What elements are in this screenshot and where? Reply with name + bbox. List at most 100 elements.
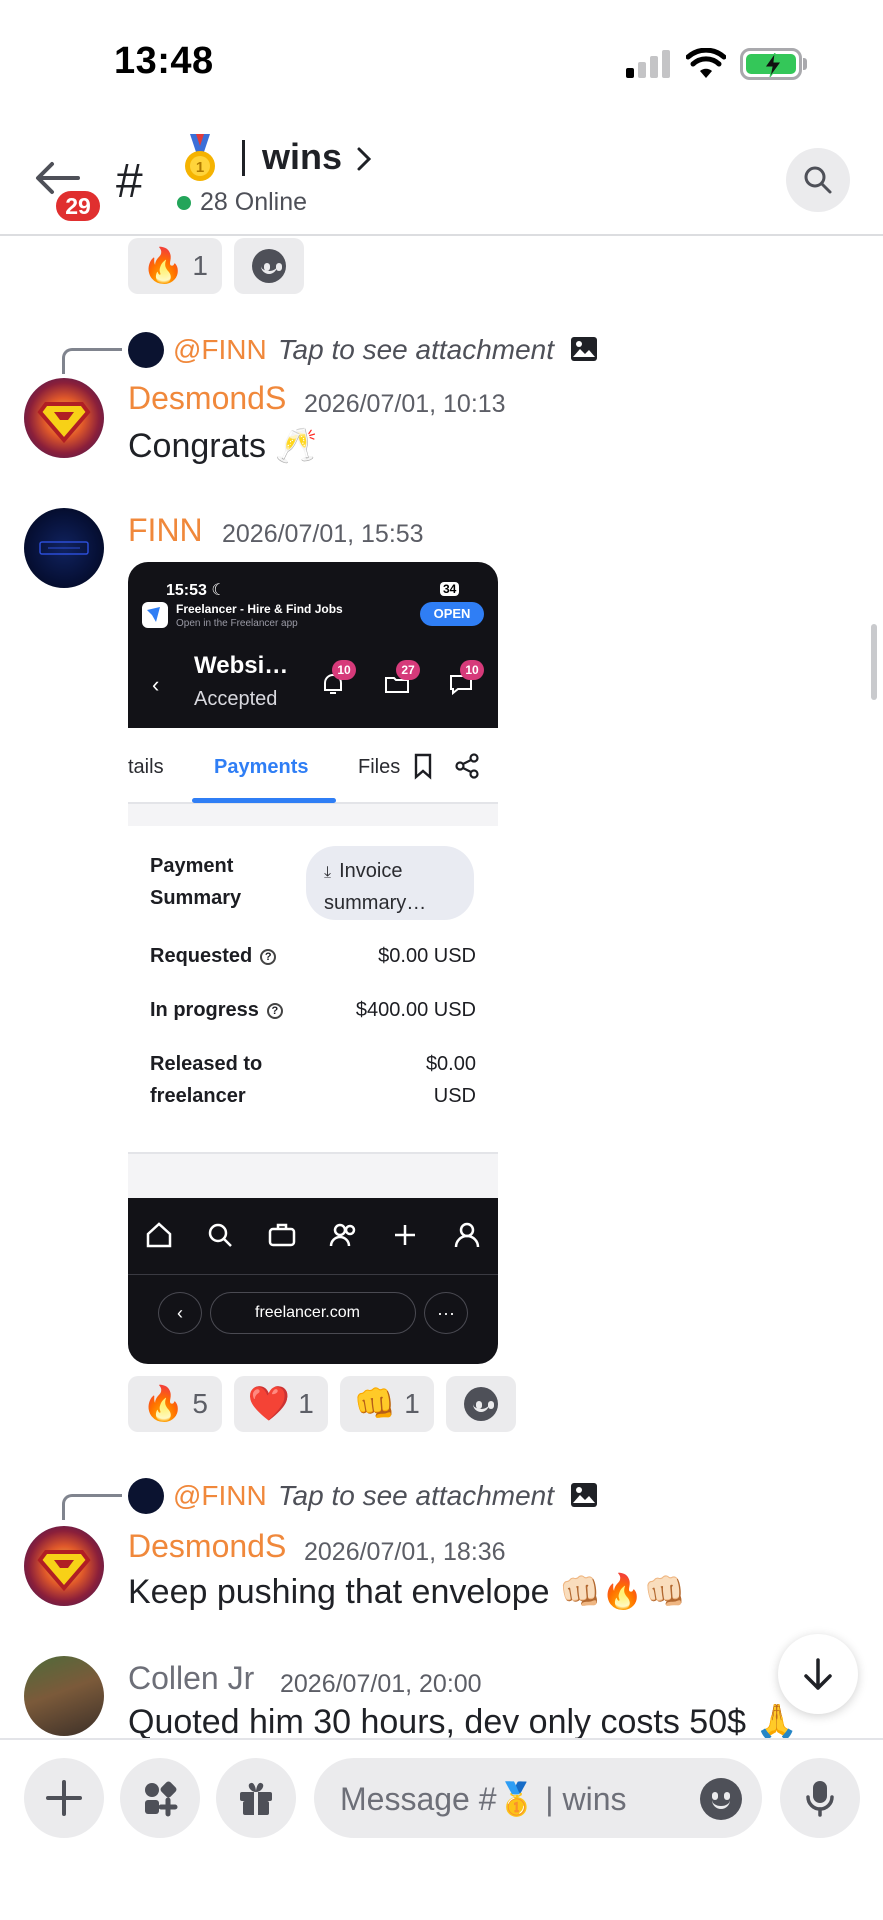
- profile-icon: [454, 1222, 480, 1248]
- add-reaction-button[interactable]: [445, 1376, 516, 1432]
- reaction-row: 🔥 5 ❤️ 1 👊 1: [128, 1376, 516, 1432]
- message-author[interactable]: DesmondS: [128, 380, 286, 417]
- help-icon: ?: [260, 948, 277, 965]
- medal-icon: 1: [185, 134, 215, 181]
- project-count: 27: [396, 660, 420, 680]
- invoice-summary-button: ⤓ Invoice summary…: [306, 846, 474, 920]
- bookmark-icon: [414, 753, 432, 780]
- invoice-summary-label: Invoice summary…: [324, 860, 427, 914]
- image-attachment[interactable]: 15:53 ☾ 34 Freelancer - Hire & Find Jobs…: [128, 562, 498, 1364]
- message-timestamp: 2026/07/01, 18:36: [304, 1538, 506, 1566]
- image-icon: [571, 337, 597, 361]
- plus-icon: [395, 1225, 416, 1245]
- gift-button[interactable]: [216, 1758, 296, 1838]
- reply-author[interactable]: @FINN: [173, 1480, 267, 1512]
- attachment-header: 15:53 ☾ 34 Freelancer - Hire & Find Jobs…: [128, 562, 498, 728]
- attach-button[interactable]: [24, 1758, 104, 1838]
- reply-connector: [62, 1494, 122, 1520]
- reaction-chip[interactable]: ❤️ 1: [233, 1376, 328, 1432]
- payment-row-label: Requested?: [150, 940, 277, 972]
- online-count: 28 Online: [200, 188, 308, 216]
- reply-author[interactable]: @FINN: [173, 334, 267, 366]
- reaction-emoji: 🔥: [142, 247, 185, 285]
- message-text: Quoted him 30 hours, dev only costs 50$ …: [128, 1703, 798, 1738]
- voice-message-button[interactable]: [780, 1758, 860, 1838]
- payment-row-label: Released to freelancer: [150, 1053, 263, 1107]
- plus-icon: [46, 1780, 82, 1816]
- search-icon: [804, 166, 832, 194]
- message-author[interactable]: DesmondS: [128, 1528, 286, 1565]
- hash-icon: #: [116, 155, 143, 208]
- message-placeholder: Message #🥇 | wins: [340, 1781, 627, 1817]
- battery-icon: [740, 48, 802, 80]
- status-bar: 13:48: [0, 0, 883, 120]
- status-time: 13:48: [114, 40, 214, 82]
- avatar[interactable]: [24, 1526, 104, 1606]
- attachment-subtitle: Accepted: [194, 688, 278, 710]
- search-button[interactable]: [786, 148, 850, 212]
- attachment-tab: Files: [358, 756, 401, 778]
- attachment-time: 15:53 ☾: [166, 582, 226, 599]
- reply-avatar: [128, 332, 164, 368]
- message-author[interactable]: Collen Jr: [128, 1660, 254, 1697]
- message-composer: Message #🥇 | wins: [0, 1738, 883, 1920]
- emoji-icon[interactable]: [700, 1778, 742, 1820]
- browser-url-bar: freelancer.com: [210, 1292, 416, 1334]
- tab-underline: [192, 798, 336, 803]
- message-list[interactable]: 🔥 1 @FINN Tap to see attachment DesmondS…: [0, 238, 883, 1738]
- scrollbar-thumb[interactable]: [871, 624, 877, 700]
- download-icon: ⤓: [324, 864, 332, 881]
- freelancer-logo-icon: [142, 602, 168, 628]
- add-reaction-button[interactable]: [233, 238, 304, 294]
- message-count: 10: [460, 660, 484, 680]
- payment-row-value: $0.00 USD: [378, 945, 476, 967]
- channel-name[interactable]: wins: [262, 136, 342, 178]
- microphone-icon: [806, 1781, 834, 1817]
- divider: [128, 1274, 498, 1275]
- chevron-left-icon: ‹: [152, 672, 160, 697]
- attachment-nav-icons: [128, 1220, 498, 1250]
- message-input[interactable]: Message #🥇 | wins: [314, 1758, 762, 1838]
- attachment-tab: tails: [128, 756, 164, 778]
- browser-more-icon: ···: [424, 1292, 468, 1334]
- people-icon: [329, 1223, 356, 1247]
- attachment-tabs: tails Payments Files: [128, 728, 498, 804]
- reaction-chip[interactable]: 👊 1: [339, 1376, 434, 1432]
- attachment-battery: 34: [440, 582, 460, 596]
- channel-header: 29 # 1 wins 28 Online: [0, 120, 883, 236]
- apps-button[interactable]: [120, 1758, 200, 1838]
- payment-summary-card: Payment Summary ⤓ Invoice summary… Reques…: [128, 826, 498, 1154]
- search-icon: [209, 1223, 233, 1247]
- message-timestamp: 2026/07/01, 20:00: [280, 1670, 482, 1698]
- reaction-chip[interactable]: 🔥 5: [128, 1376, 222, 1432]
- attachment-app-name: Freelancer - Hire & Find Jobs: [176, 602, 343, 616]
- reaction-count: 1: [298, 1388, 314, 1419]
- message-text: Congrats 🥂: [128, 427, 318, 465]
- svg-text:1: 1: [196, 159, 204, 176]
- reply-text[interactable]: Tap to see attachment: [278, 1480, 554, 1512]
- reaction-count: 5: [192, 1388, 208, 1419]
- message-author[interactable]: FINN: [128, 512, 203, 549]
- reaction-chip[interactable]: 🔥 1: [128, 238, 222, 294]
- attachment-open-button: OPEN: [420, 602, 484, 626]
- add-reaction-icon: [463, 1387, 498, 1421]
- payment-row-label: In progress?: [150, 994, 283, 1026]
- home-indicator: [290, 1904, 590, 1914]
- reply-text[interactable]: Tap to see attachment: [278, 334, 554, 366]
- attachment-app-sub: Open in the Freelancer app: [176, 618, 298, 629]
- share-icon: [455, 753, 479, 779]
- avatar[interactable]: [24, 508, 104, 588]
- avatar[interactable]: [24, 378, 104, 458]
- jump-to-present-button[interactable]: [778, 1634, 858, 1714]
- message-text: Keep pushing that envelope 👊🏻🔥👊🏻: [128, 1573, 687, 1611]
- home-icon: [146, 1222, 172, 1248]
- attachment-tab-active: Payments: [214, 756, 309, 778]
- help-icon: ?: [266, 1002, 283, 1019]
- attachment-title: Websi…: [194, 652, 289, 679]
- reaction-emoji: 🔥: [142, 1385, 185, 1423]
- browser-back-icon: ‹: [158, 1292, 202, 1334]
- chevron-right-icon[interactable]: [356, 146, 372, 172]
- apps-icon: [145, 1781, 178, 1817]
- avatar[interactable]: [24, 1656, 104, 1736]
- browser-url: freelancer.com: [255, 1304, 360, 1321]
